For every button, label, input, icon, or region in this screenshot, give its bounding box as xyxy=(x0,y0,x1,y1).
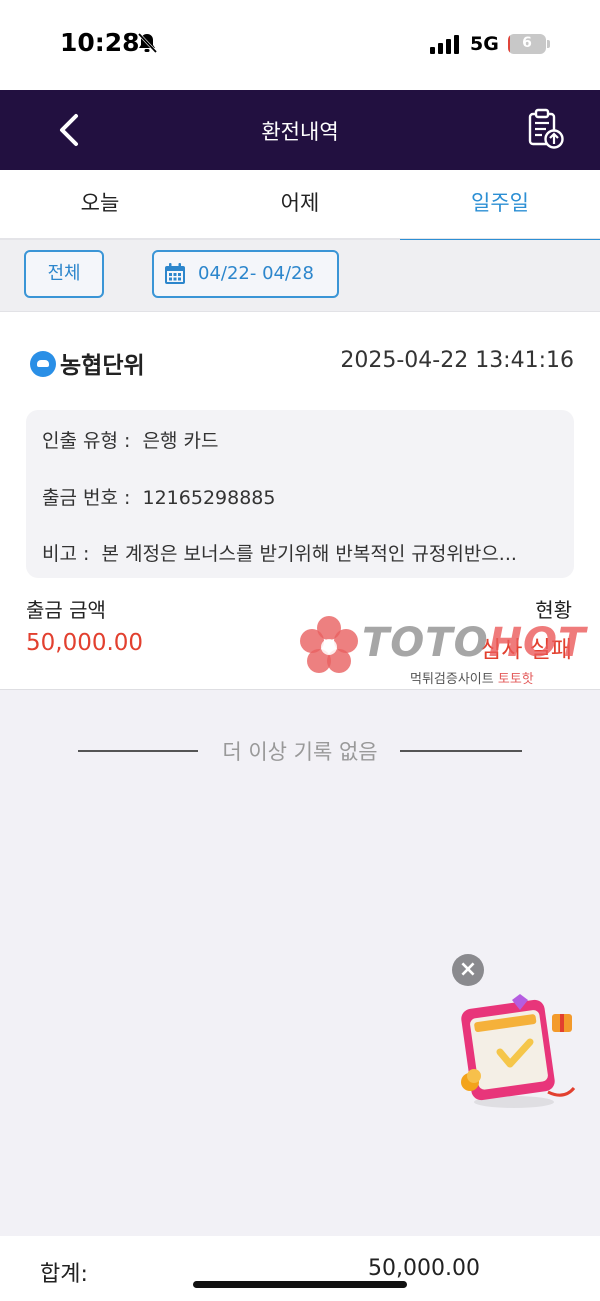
filter-bar: 전체 04/22- 04/28 xyxy=(0,240,600,312)
tab-week[interactable]: 일주일 xyxy=(400,170,600,242)
status-time: 10:28 xyxy=(60,28,140,57)
divider-right xyxy=(400,750,522,752)
close-icon[interactable]: × xyxy=(452,954,484,986)
watermark-brand: TOTOHOT xyxy=(362,620,587,666)
note-row: 비고 : 본 계정은 보너스를 받기위해 반복적인 규정위반으... xyxy=(42,539,562,566)
period-tabs: 오늘 어제 일주일 xyxy=(0,170,600,242)
battery-percent: 6 xyxy=(522,35,532,51)
clipboard-upload-icon[interactable] xyxy=(524,108,566,150)
tab-today[interactable]: 오늘 xyxy=(0,170,200,240)
total-footer: 합계: 50,000.00 xyxy=(0,1236,600,1301)
record-datetime: 2025-04-22 13:41:16 xyxy=(340,348,574,373)
withdraw-type-value: 은행 카드 xyxy=(142,430,219,452)
bell-muted-icon xyxy=(137,32,158,54)
total-value: 50,000.00 xyxy=(368,1256,480,1281)
tab-yesterday[interactable]: 어제 xyxy=(200,170,400,240)
status-bar: 10:28 5G 6 xyxy=(0,0,600,90)
note-label: 비고 : xyxy=(42,543,90,565)
withdraw-type-row: 인출 유형 : 은행 카드 xyxy=(42,426,562,453)
watermark-logo-icon xyxy=(300,616,358,673)
amount-label: 출금 금액 xyxy=(26,598,106,622)
withdraw-type-label: 인출 유형 : xyxy=(42,430,131,452)
calendar-icon xyxy=(165,263,185,284)
record-details: 인출 유형 : 은행 카드 출금 번호 : 12165298885 비고 : 본… xyxy=(26,410,574,578)
app-header: 환전내역 xyxy=(0,90,600,170)
battery-icon: 6 xyxy=(508,34,550,54)
page-title: 환전내역 xyxy=(261,120,339,144)
note-value: 본 계정은 보너스를 받기위해 반복적인 규정위반으... xyxy=(101,543,517,565)
network-type: 5G xyxy=(470,33,499,55)
watermark: TOTOHOT 먹튀검증사이트 토토핫 xyxy=(298,614,600,692)
account-label: 출금 번호 : xyxy=(42,487,131,509)
watermark-subtitle: 먹튀검증사이트 토토핫 xyxy=(410,672,534,687)
home-indicator[interactable] xyxy=(193,1281,407,1288)
account-value: 12165298885 xyxy=(142,487,276,509)
account-row: 출금 번호 : 12165298885 xyxy=(42,483,562,510)
cellular-signal-icon xyxy=(430,35,459,54)
bank-name: 농협단위 xyxy=(60,353,145,379)
total-label: 합계: xyxy=(40,1262,88,1287)
date-range-label: 04/22- 04/28 xyxy=(198,263,314,284)
amount-value: 50,000.00 xyxy=(26,630,144,656)
date-range-button[interactable]: 04/22- 04/28 xyxy=(152,250,339,298)
bank-icon xyxy=(30,351,56,377)
filter-all-button[interactable]: 전체 xyxy=(24,250,104,298)
gift-promo-icon[interactable] xyxy=(456,992,580,1116)
